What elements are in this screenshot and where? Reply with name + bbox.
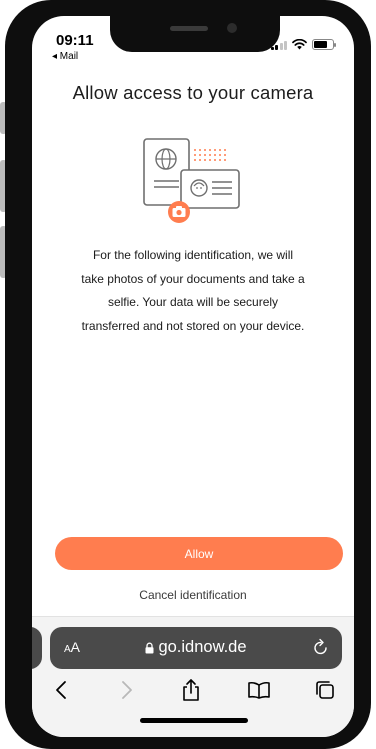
bookmarks-icon <box>248 681 270 699</box>
description-line: For the following identification, we wil… <box>92 248 294 262</box>
phone-screen: 09:11 ◂ Mail Allow access to your camera <box>32 16 354 737</box>
back-icon <box>56 681 66 699</box>
notch <box>110 16 280 52</box>
description-text: For the following identification, we wil… <box>60 244 326 338</box>
speaker <box>170 26 208 31</box>
browser-toolbar <box>32 675 354 707</box>
battery-icon <box>312 39 336 50</box>
status-icons <box>270 39 336 50</box>
home-indicator[interactable] <box>140 718 248 723</box>
back-to-mail-link[interactable]: ◂ Mail <box>52 51 78 62</box>
browser-chrome: AA go.idnow.de <box>32 616 354 737</box>
status-time: 09:11 <box>56 32 94 49</box>
lock-icon <box>145 642 154 654</box>
forward-button[interactable] <box>112 675 142 705</box>
tabs-button[interactable] <box>310 675 340 705</box>
description-line: selfie. Your data will be securely <box>107 295 279 309</box>
phone-frame: 09:11 ◂ Mail Allow access to your camera <box>5 0 371 749</box>
reload-icon[interactable] <box>312 637 330 657</box>
tabs-icon <box>316 681 334 699</box>
share-icon <box>183 679 199 701</box>
share-button[interactable] <box>176 675 206 705</box>
back-button[interactable] <box>46 675 76 705</box>
url-display[interactable]: go.idnow.de <box>50 638 342 657</box>
allow-button[interactable]: Allow <box>55 537 343 570</box>
description-line: transferred and not stored on your devic… <box>81 318 305 333</box>
wifi-icon <box>292 39 307 50</box>
description-line: take photos of your documents and take a <box>81 271 305 286</box>
front-camera <box>227 23 237 33</box>
bookmarks-button[interactable] <box>244 675 274 705</box>
id-documents-camera-icon <box>143 138 240 223</box>
address-bar[interactable]: AA go.idnow.de <box>50 627 342 669</box>
previous-tab-peek[interactable] <box>32 627 42 669</box>
cancel-identification-link[interactable]: Cancel identification <box>32 588 354 602</box>
url-text: go.idnow.de <box>158 638 247 656</box>
forward-icon <box>122 681 132 699</box>
page-title: Allow access to your camera <box>72 82 314 103</box>
